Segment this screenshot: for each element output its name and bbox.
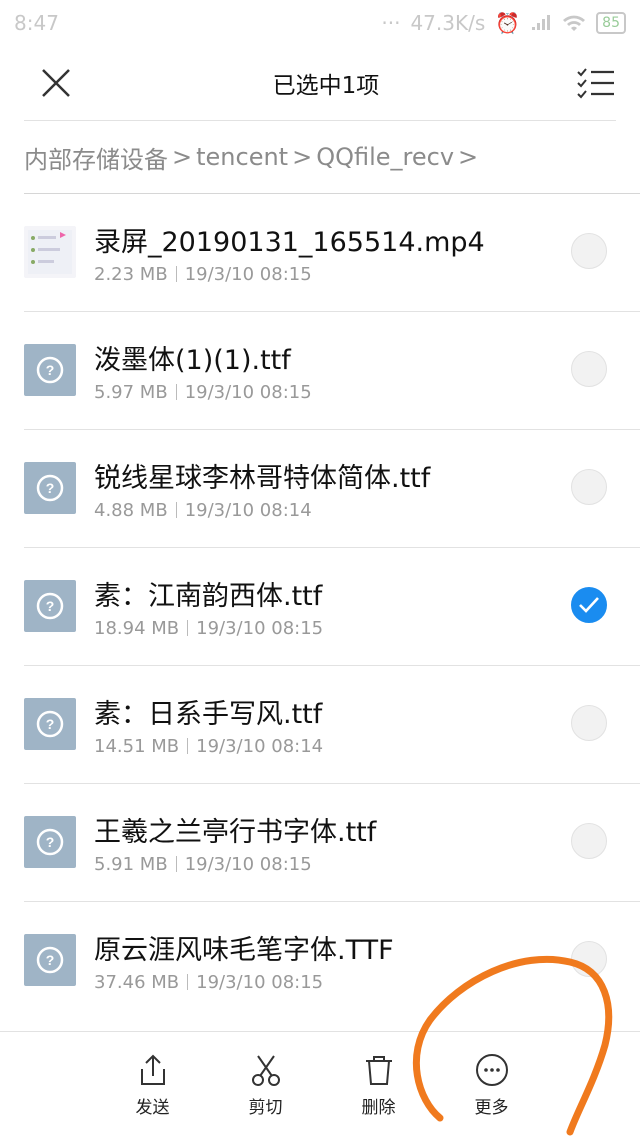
file-meta: 2.23 MB 19/3/10 08:15 — [94, 264, 312, 285]
file-meta: 4.88 MB 19/3/10 08:14 — [94, 500, 312, 521]
meta-separator — [175, 384, 177, 400]
file-name: 泼墨体(1)(1).ttf — [94, 345, 291, 376]
status-indicators: ··· 47.3K/s ⏰ 85 — [381, 11, 626, 35]
unknown-file-icon: ? — [24, 934, 76, 986]
battery-indicator: 85 — [596, 12, 626, 34]
send-label: 发送 — [135, 1097, 170, 1118]
select-checkbox-checked[interactable] — [571, 587, 607, 623]
unknown-file-icon: ? — [24, 698, 76, 750]
file-name: 原云涯风味毛笔字体.TTF — [94, 935, 394, 966]
scissors-icon — [251, 1054, 280, 1086]
file-date: 19/3/10 08:15 — [184, 382, 312, 403]
file-size: 4.88 MB — [94, 500, 168, 521]
svg-text:?: ? — [46, 952, 55, 968]
checklist-icon — [577, 68, 614, 99]
file-size: 5.91 MB — [94, 854, 168, 875]
svg-text:?: ? — [46, 598, 55, 614]
select-all-button[interactable] — [576, 63, 616, 103]
file-meta: 14.51 MB 19/3/10 08:14 — [94, 736, 323, 757]
meta-separator — [175, 502, 177, 518]
unknown-file-icon: ? — [24, 816, 76, 868]
meta-separator — [175, 856, 177, 872]
file-name: 素：江南韵西体.ttf — [94, 581, 323, 612]
file-list: 录屏_20190131_165514.mp4 2.23 MB 19/3/10 08… — [0, 193, 640, 1019]
breadcrumb-item-storage[interactable]: 内部存储设备 — [24, 140, 168, 175]
chevron-right-icon: > — [292, 143, 313, 171]
share-icon — [140, 1054, 165, 1085]
unknown-file-icon: ? — [24, 580, 76, 632]
meta-separator — [187, 738, 189, 754]
file-row[interactable]: ? 锐线星球李林哥特体简体.ttf 4.88 MB 19/3/10 08:14 — [24, 429, 640, 547]
more-button[interactable]: 更多 — [435, 1053, 548, 1118]
file-row[interactable]: ? 原云涯风味毛笔字体.TTF 37.46 MB 19/3/10 08:15 — [24, 901, 640, 1019]
select-checkbox[interactable] — [571, 941, 607, 977]
file-meta: 5.91 MB 19/3/10 08:15 — [94, 854, 312, 875]
file-row[interactable]: ? 素：日系手写风.ttf 14.51 MB 19/3/10 08:14 — [24, 665, 640, 783]
breadcrumb-item-tencent[interactable]: tencent — [196, 143, 288, 171]
select-checkbox[interactable] — [571, 469, 607, 505]
breadcrumb-item-qqfile[interactable]: QQfile_recv — [316, 143, 454, 171]
file-date: 19/3/10 08:15 — [196, 972, 324, 993]
file-row[interactable]: ? 泼墨体(1)(1).ttf 5.97 MB 19/3/10 08:15 — [24, 311, 640, 429]
close-button[interactable] — [36, 63, 76, 103]
checkmark-icon — [579, 597, 599, 613]
file-date: 19/3/10 08:15 — [184, 264, 312, 285]
file-date: 19/3/10 08:15 — [196, 618, 324, 639]
svg-text:?: ? — [46, 716, 55, 732]
network-speed: 47.3K/s — [410, 11, 486, 35]
file-size: 5.97 MB — [94, 382, 168, 403]
file-date: 19/3/10 08:14 — [184, 500, 312, 521]
file-name: 素：日系手写风.ttf — [94, 699, 323, 730]
signal-icon — [532, 15, 551, 30]
cut-button[interactable]: 剪切 — [209, 1053, 322, 1118]
send-button[interactable]: 发送 — [96, 1053, 209, 1118]
select-checkbox[interactable] — [571, 233, 607, 269]
file-row[interactable]: ? 素：江南韵西体.ttf 18.94 MB 19/3/10 08:15 — [24, 547, 640, 665]
cut-label: 剪切 — [248, 1097, 283, 1118]
file-name: 录屏_20190131_165514.mp4 — [94, 227, 485, 258]
file-size: 18.94 MB — [94, 618, 180, 639]
wifi-icon — [563, 15, 586, 31]
select-checkbox[interactable] — [571, 823, 607, 859]
top-bar: 已选中1项 — [0, 46, 640, 120]
unknown-file-icon: ? — [24, 462, 76, 514]
file-date: 19/3/10 08:14 — [196, 736, 324, 757]
video-thumbnail — [24, 226, 76, 278]
breadcrumb: 内部存储设备 > tencent > QQfile_recv > — [0, 121, 640, 193]
delete-label: 删除 — [361, 1097, 396, 1118]
file-name: 王羲之兰亭行书字体.ttf — [94, 817, 377, 848]
svg-text:?: ? — [46, 480, 55, 496]
file-size: 14.51 MB — [94, 736, 180, 757]
unknown-file-icon: ? — [24, 344, 76, 396]
file-name: 锐线星球李林哥特体简体.ttf — [94, 463, 431, 494]
file-size: 37.46 MB — [94, 972, 180, 993]
bottom-action-bar: 发送 剪切 删除 更多 — [0, 1031, 640, 1138]
file-date: 19/3/10 08:15 — [184, 854, 312, 875]
meta-separator — [187, 974, 189, 990]
select-checkbox[interactable] — [571, 705, 607, 741]
signal-dots-icon: ··· — [381, 11, 401, 35]
more-label: 更多 — [474, 1097, 509, 1118]
file-row[interactable]: ? 王羲之兰亭行书字体.ttf 5.91 MB 19/3/10 08:15 — [24, 783, 640, 901]
svg-text:?: ? — [46, 362, 55, 378]
delete-button[interactable]: 删除 — [322, 1053, 435, 1118]
file-meta: 5.97 MB 19/3/10 08:15 — [94, 382, 312, 403]
file-row[interactable]: 录屏_20190131_165514.mp4 2.23 MB 19/3/10 08… — [24, 193, 640, 311]
status-bar: 8:47 ··· 47.3K/s ⏰ 85 — [0, 0, 640, 46]
close-icon — [42, 69, 70, 97]
file-size: 2.23 MB — [94, 264, 168, 285]
file-meta: 18.94 MB 19/3/10 08:15 — [94, 618, 323, 639]
more-icon — [475, 1053, 508, 1086]
trash-icon — [365, 1055, 392, 1085]
chevron-right-icon: > — [172, 143, 193, 171]
svg-text:?: ? — [46, 834, 55, 850]
alarm-icon: ⏰ — [495, 11, 521, 35]
select-checkbox[interactable] — [571, 351, 607, 387]
chevron-right-icon: > — [458, 143, 479, 171]
meta-separator — [187, 620, 189, 636]
page-title: 已选中1项 — [272, 73, 380, 99]
file-meta: 37.46 MB 19/3/10 08:15 — [94, 972, 323, 993]
status-time: 8:47 — [14, 11, 59, 35]
meta-separator — [175, 266, 177, 282]
